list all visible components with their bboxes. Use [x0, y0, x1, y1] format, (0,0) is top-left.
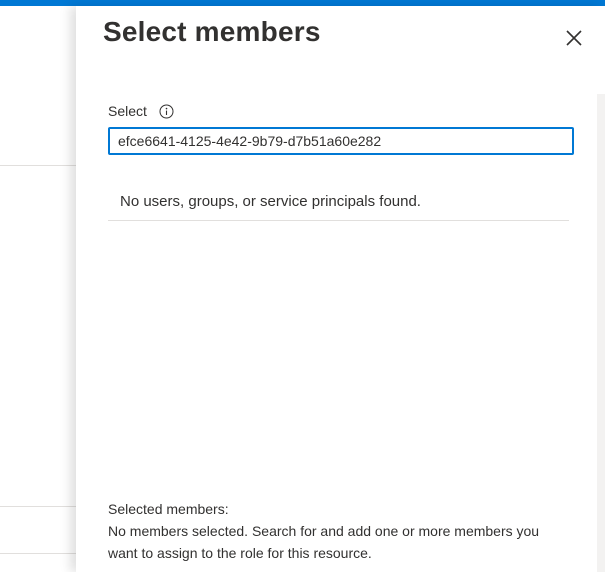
background-divider — [0, 165, 76, 166]
selected-members-empty-text: No members selected. Search for and add … — [108, 523, 540, 561]
results-divider — [108, 220, 569, 221]
panel-title: Select members — [103, 16, 321, 47]
close-icon — [566, 30, 582, 46]
background-divider — [0, 506, 76, 507]
background-pane — [0, 6, 76, 572]
info-icon[interactable] — [159, 103, 175, 119]
select-field-label-row: Select — [108, 103, 175, 119]
no-results-message: No users, groups, or service principals … — [120, 193, 421, 210]
select-members-panel: Select members Select No users, groups, … — [76, 6, 605, 572]
selected-members-section: Selected members: No members selected. S… — [108, 498, 548, 564]
background-divider — [0, 553, 76, 554]
close-button[interactable] — [560, 24, 588, 52]
member-search-input[interactable] — [108, 127, 574, 155]
select-field-label: Select — [108, 103, 147, 119]
selected-members-heading: Selected members: — [108, 501, 229, 517]
panel-scrollbar[interactable] — [597, 94, 605, 572]
